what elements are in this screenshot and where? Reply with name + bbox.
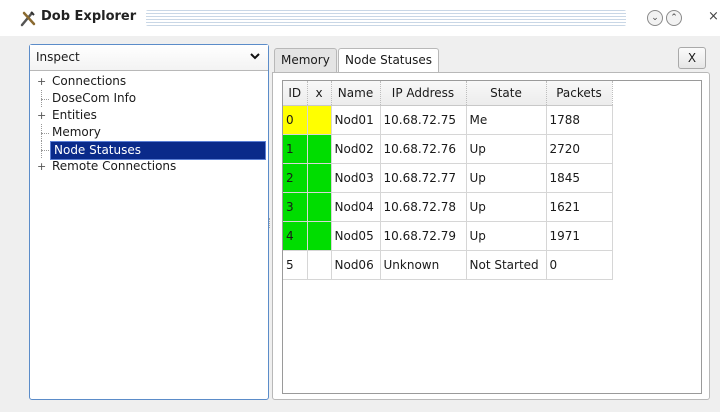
tree-item-entities[interactable]: + Entities <box>30 107 268 124</box>
row-packets-cell: 1971 <box>546 221 613 251</box>
inspect-combo[interactable]: Inspect <box>30 45 268 71</box>
row-name-cell: Nod01 <box>331 105 381 135</box>
tree-guide-line <box>41 99 49 100</box>
row-id-cell: 5 <box>283 250 308 280</box>
row-id-cell: 3 <box>283 192 308 222</box>
row-id-cell: 1 <box>283 134 308 164</box>
column-header-name[interactable]: Name <box>331 81 381 106</box>
expand-icon[interactable]: + <box>37 158 46 175</box>
row-ip-cell: 10.68.72.75 <box>380 105 467 135</box>
tree-item-label: Connections <box>52 74 127 88</box>
tree-item-memory[interactable]: Memory <box>30 124 268 141</box>
window-title: Dob Explorer <box>41 9 137 24</box>
tree-item-node-statuses[interactable]: Node Statuses <box>30 141 268 160</box>
status-color-cell <box>307 192 332 222</box>
tools-icon <box>20 11 36 27</box>
status-color-cell <box>307 134 332 164</box>
row-name-cell: Nod04 <box>331 192 381 222</box>
row-name-cell: Nod02 <box>331 134 381 164</box>
status-color-cell <box>307 163 332 193</box>
row-ip-cell: 10.68.72.77 <box>380 163 467 193</box>
table-row[interactable]: 1 Nod02 10.68.72.76 Up 2720 <box>283 134 613 164</box>
title-bar-decoration <box>146 10 626 26</box>
splitter-handle[interactable] <box>269 218 271 228</box>
row-packets-cell: 1845 <box>546 163 613 193</box>
node-status-table: ID x Name IP Address State Packets 0 Nod… <box>282 80 702 394</box>
tree-item-connections[interactable]: + Connections <box>30 73 268 90</box>
row-ip-cell: Unknown <box>380 250 467 280</box>
minimize-button[interactable]: ⌄ <box>647 10 663 26</box>
row-id-cell: 0 <box>283 105 308 135</box>
tree-item-dosecom-info[interactable]: DoseCom Info <box>30 90 268 107</box>
close-tab-button[interactable]: X <box>678 47 706 69</box>
row-packets-cell: 0 <box>546 250 613 280</box>
row-packets-cell: 1788 <box>546 105 613 135</box>
row-state-cell: Up <box>466 163 547 193</box>
status-color-cell <box>307 221 332 251</box>
column-header-x[interactable]: x <box>307 81 332 106</box>
chevron-down-icon[interactable] <box>250 51 260 61</box>
tree-item-label: Entities <box>52 108 97 122</box>
status-color-cell <box>307 105 332 135</box>
row-state-cell: Up <box>466 221 547 251</box>
column-header-ip-address[interactable]: IP Address <box>380 81 467 106</box>
row-ip-cell: 10.68.72.78 <box>380 192 467 222</box>
table-header-row: ID x Name IP Address State Packets <box>283 81 613 106</box>
column-header-id[interactable]: ID <box>283 81 308 106</box>
table-row[interactable]: 2 Nod03 10.68.72.77 Up 1845 <box>283 163 613 193</box>
tab-node-statuses[interactable]: Node Statuses <box>338 48 440 73</box>
row-state-cell: Me <box>466 105 547 135</box>
tree-guide-line <box>41 133 49 134</box>
expand-icon[interactable]: + <box>37 73 46 90</box>
row-name-cell: Nod06 <box>331 250 381 280</box>
close-window-button[interactable]: × <box>708 9 719 24</box>
table-row[interactable]: 3 Nod04 10.68.72.78 Up 1621 <box>283 192 613 222</box>
inspect-combo-value: Inspect <box>36 50 80 64</box>
table-row[interactable]: 5 Nod06 Unknown Not Started 0 <box>283 250 613 280</box>
tree-guide-line <box>41 150 49 151</box>
tree-item-label: Remote Connections <box>52 159 177 173</box>
node-statuses-pane: ID x Name IP Address State Packets 0 Nod… <box>272 72 710 400</box>
maximize-button[interactable]: ⌃ <box>666 10 682 26</box>
title-bar[interactable]: Dob Explorer ⌄ ⌃ × <box>0 0 720 36</box>
navigation-panel: Inspect + Connections DoseCom Info + Ent… <box>29 44 269 400</box>
navigation-tree: + Connections DoseCom Info + Entities Me… <box>30 73 268 175</box>
row-id-cell: 2 <box>283 163 308 193</box>
row-name-cell: Nod05 <box>331 221 381 251</box>
tree-item-label: Memory <box>52 125 101 139</box>
row-packets-cell: 2720 <box>546 134 613 164</box>
expand-icon[interactable]: + <box>37 107 46 124</box>
row-state-cell: Up <box>466 192 547 222</box>
tree-item-label: DoseCom Info <box>52 91 137 105</box>
table-row[interactable]: 4 Nod05 10.68.72.79 Up 1971 <box>283 221 613 251</box>
row-id-cell: 4 <box>283 221 308 251</box>
row-state-cell: Not Started <box>466 250 547 280</box>
row-ip-cell: 10.68.72.76 <box>380 134 467 164</box>
row-ip-cell: 10.68.72.79 <box>380 221 467 251</box>
status-color-cell <box>307 250 332 280</box>
tab-memory[interactable]: Memory <box>274 48 337 72</box>
column-header-packets[interactable]: Packets <box>546 81 613 106</box>
content-area: Memory Node Statuses X ID x Name IP Addr… <box>272 44 710 400</box>
tree-item-remote-connections[interactable]: + Remote Connections <box>30 158 268 175</box>
main-window: Dob Explorer ⌄ ⌃ × Inspect + Connections… <box>0 0 720 412</box>
column-header-state[interactable]: State <box>466 81 547 106</box>
table-row[interactable]: 0 Nod01 10.68.72.75 Me 1788 <box>283 105 613 135</box>
row-name-cell: Nod03 <box>331 163 381 193</box>
row-state-cell: Up <box>466 134 547 164</box>
row-packets-cell: 1621 <box>546 192 613 222</box>
